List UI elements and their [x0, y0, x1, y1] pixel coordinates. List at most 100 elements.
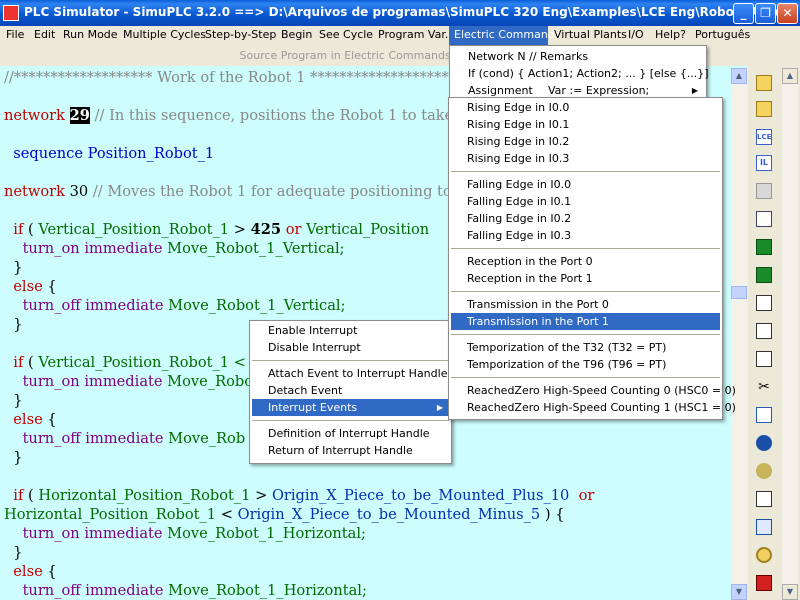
open-folder-button-2[interactable] [753, 98, 777, 120]
menu-item-event[interactable]: Falling Edge in I0.3 [451, 227, 720, 244]
menu-item-event[interactable]: Rising Edge in I0.2 [451, 133, 720, 150]
lce-button[interactable]: LCE [753, 126, 777, 148]
menu-program-var[interactable]: Program Var. [373, 26, 453, 45]
menu-run-mode[interactable]: Run Mode [58, 26, 123, 45]
identifier: Move_Robot_1_Vertical; [168, 297, 346, 314]
toolbar-scrollbar[interactable]: ▲ ▼ [782, 68, 798, 600]
find-icon [756, 463, 772, 479]
menu-separator [451, 291, 720, 292]
menu-item-event[interactable]: Reception in the Port 0 [451, 253, 720, 270]
save-button[interactable] [753, 180, 777, 202]
code-brace: { [47, 411, 57, 428]
paste-button[interactable] [753, 404, 777, 426]
table-icon [756, 519, 772, 535]
code-comment: // Moves the Robot 1 for adequate positi… [88, 183, 452, 200]
menu-item-event[interactable]: ReachedZero High-Speed Counting 0 (HSC0 … [451, 382, 736, 399]
menu-item-if[interactable]: If (cond) { Action1; Action2; ... } [els… [452, 65, 709, 82]
gear-button[interactable] [753, 544, 777, 566]
export-button[interactable] [753, 208, 777, 230]
menu-begin[interactable]: Begin [276, 26, 317, 45]
menu-electric-commands[interactable]: Electric Commands [449, 26, 561, 45]
keyword: if [13, 221, 24, 238]
replace-button[interactable] [753, 488, 777, 510]
code-brace: { [47, 278, 57, 295]
menu-item-disable-interrupt[interactable]: Disable Interrupt [252, 339, 449, 356]
step-button[interactable] [753, 264, 777, 286]
keyword: sequence [13, 145, 83, 162]
code-line: if ( Horizontal_Position_Robot_1 > Origi… [4, 486, 734, 505]
keyword: immediate [85, 297, 164, 314]
il-button[interactable]: IL [753, 152, 777, 174]
keyword: immediate [84, 525, 163, 542]
keyword: turn_on [22, 240, 80, 257]
menu-item-event[interactable]: Falling Edge in I0.2 [451, 210, 720, 227]
menu-item-event[interactable]: Reception in the Port 1 [451, 270, 720, 287]
code-comment: // In this sequence, positions the Robot… [89, 107, 454, 124]
scroll-up-icon[interactable]: ▲ [731, 68, 747, 84]
side-toolbar: LCE IL ✂ [750, 68, 780, 600]
identifier: Position_Robot_1 [87, 145, 215, 162]
menu-item-event[interactable]: Rising Edge in I0.3 [451, 150, 720, 167]
menu-item-label: Assignment [468, 84, 533, 97]
menu-file[interactable]: File [1, 26, 29, 45]
table-button[interactable] [753, 516, 777, 538]
keyword: else [13, 411, 43, 428]
menu-item-event[interactable]: ReachedZero High-Speed Counting 1 (HSC1 … [451, 399, 736, 416]
menu-multiple-cycles[interactable]: Multiple Cycles [118, 26, 211, 45]
menu-step-by-step[interactable]: Step-by-Step [200, 26, 281, 45]
minimize-button[interactable]: _ [733, 3, 754, 24]
editor-scrollbar[interactable]: ▲ ▼ [731, 68, 747, 600]
scroll-up-icon[interactable]: ▲ [782, 68, 798, 84]
menu-item-enable-interrupt[interactable]: Enable Interrupt [252, 322, 449, 339]
menu-item-event[interactable]: Rising Edge in I0.0 [451, 99, 720, 116]
document-button[interactable] [753, 320, 777, 342]
menu-edit[interactable]: Edit [29, 26, 60, 45]
scroll-down-icon[interactable]: ▼ [782, 584, 798, 600]
network-number: 29 [69, 107, 90, 124]
menu-item-event[interactable]: Falling Edge in I0.1 [451, 193, 720, 210]
plant-button[interactable] [753, 572, 777, 594]
menu-help[interactable]: Help? [650, 26, 691, 45]
menu-item-event[interactable]: Transmission in the Port 0 [451, 296, 720, 313]
menu-virtual-plants[interactable]: Virtual Plants [549, 26, 632, 45]
identifier: Origin_X_Piece_to_be_Mounted_Plus_10 [271, 487, 570, 504]
keyword: if [13, 354, 24, 371]
keyword: network [4, 183, 65, 200]
copy-button[interactable] [753, 348, 777, 370]
menu-item-network[interactable]: Network N // Remarks [452, 48, 704, 65]
scroll-down-icon[interactable]: ▼ [731, 584, 747, 600]
menu-see-cycle[interactable]: See Cycle [314, 26, 378, 45]
menu-item-interrupt-events[interactable]: Interrupt Events ▶ [252, 399, 449, 416]
menu-item-event-highlighted[interactable]: Transmission in the Port 1 [451, 313, 720, 330]
close-button[interactable]: ✕ [777, 3, 798, 24]
menu-item-return-handle[interactable]: Return of Interrupt Handle [252, 442, 449, 459]
circle-button[interactable] [753, 432, 777, 454]
code-line: Horizontal_Position_Robot_1 < Origin_X_P… [4, 505, 734, 524]
identifier: Move_Robot_1_Horizontal; [167, 525, 366, 542]
menu-portugues[interactable]: Português [690, 26, 755, 45]
print-button[interactable] [753, 292, 777, 314]
menu-item-event[interactable]: Falling Edge in I0.0 [451, 176, 720, 193]
code-line: else { [4, 562, 734, 581]
keyword: else [13, 563, 43, 580]
menu-io[interactable]: I/O [623, 26, 649, 45]
scroll-thumb[interactable] [731, 286, 747, 299]
run-button[interactable] [753, 236, 777, 258]
menu-item-event[interactable]: Temporization of the T32 (T32 = PT) [451, 339, 720, 356]
keyword: turn_off [22, 430, 81, 447]
find-button[interactable] [753, 460, 777, 482]
open-folder-button[interactable] [753, 72, 777, 94]
menu-item-detach-event[interactable]: Detach Event [252, 382, 449, 399]
menu-item-definition-handle[interactable]: Definition of Interrupt Handle [252, 425, 449, 442]
paste-icon [756, 407, 772, 423]
circle-icon [756, 435, 772, 451]
cut-button[interactable]: ✂ [753, 376, 777, 398]
menu-item-event[interactable]: Temporization of the T96 (T96 = PT) [451, 356, 720, 373]
code-brace: } [13, 392, 23, 409]
menu-item-attach-event[interactable]: Attach Event to Interrupt Handle [252, 365, 449, 382]
open-folder-icon [756, 75, 772, 91]
identifier: Move_Robo [167, 373, 253, 390]
menu-item-event[interactable]: Rising Edge in I0.1 [451, 116, 720, 133]
maximize-button[interactable]: ❐ [755, 3, 776, 24]
code-line: turn_on immediate Move_Robot_1_Horizonta… [4, 524, 734, 543]
